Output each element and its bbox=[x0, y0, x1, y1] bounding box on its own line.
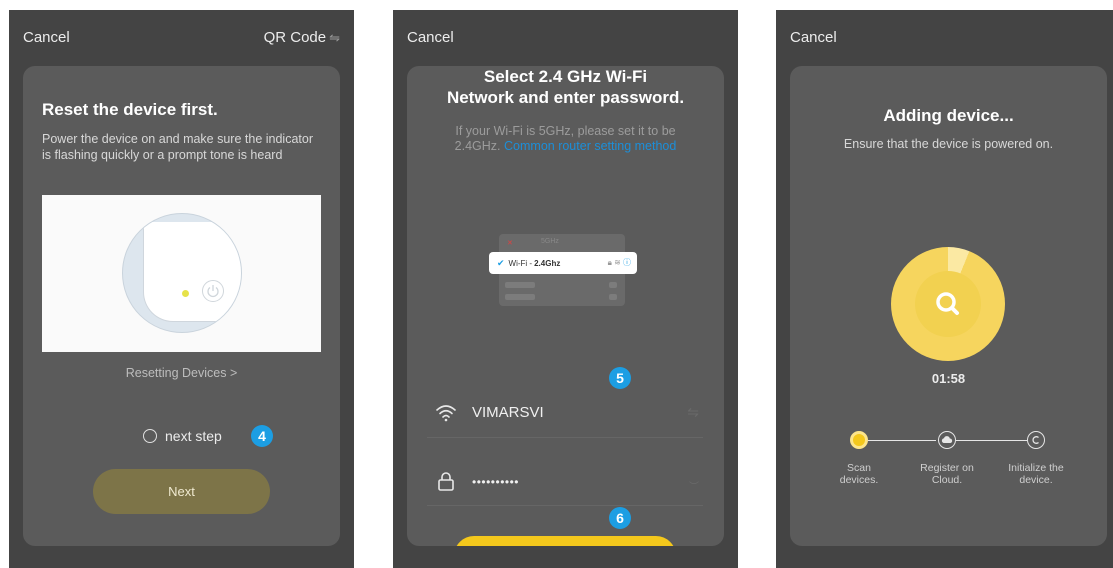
next-button[interactable]: Next bbox=[93, 469, 270, 514]
reset-card: Reset the device first. Power the device… bbox=[23, 66, 340, 546]
switch-network-icon[interactable]: ⇋ bbox=[687, 404, 699, 421]
power-on-note: Ensure that the device is powered on. bbox=[843, 137, 1054, 151]
confirm-button[interactable] bbox=[454, 536, 676, 546]
show-password-icon[interactable]: ︶ bbox=[689, 478, 699, 493]
page-title: Reset the device first. bbox=[42, 100, 218, 119]
faded-row bbox=[609, 282, 617, 288]
resetting-devices-link[interactable]: Resetting Devices > bbox=[23, 366, 340, 380]
wifi-select-screen: Cancel Select 2.4 GHz Wi-Fi Network and … bbox=[393, 10, 738, 568]
reset-instructions: Power the device on and make sure the in… bbox=[42, 132, 313, 162]
countdown-timer: 01:58 bbox=[931, 371, 966, 386]
cloud-step-icon bbox=[938, 431, 956, 449]
title-line-2: Network and enter password. bbox=[446, 88, 685, 107]
page-title: Select 2.4 GHz Wi-Fi Network and enter p… bbox=[407, 66, 724, 108]
step-badge-6: 6 bbox=[609, 507, 631, 529]
title-line-1: Select 2.4 GHz Wi-Fi bbox=[483, 67, 648, 86]
top-bar: Cancel bbox=[407, 29, 724, 51]
selected-wifi-row: ✔ Wi-Fi - 2.4Ghz 🔒︎ ≋ ⓘ bbox=[489, 252, 637, 274]
power-button-icon bbox=[202, 280, 224, 302]
step-label-line: Initialize the bbox=[1008, 462, 1064, 474]
qr-code-label: QR Code bbox=[263, 29, 327, 46]
next-step-label: next step bbox=[165, 428, 222, 444]
step-label-line: device. bbox=[1019, 474, 1053, 486]
qr-code-button[interactable]: QR Code ⇋ bbox=[264, 29, 340, 46]
adding-card: Adding device... Ensure that the device … bbox=[790, 66, 1107, 546]
radio-circle-icon bbox=[143, 429, 157, 443]
lock-icon bbox=[435, 470, 457, 492]
next-step-checkbox[interactable]: next step bbox=[143, 428, 222, 444]
wifi-instructions: If your Wi-Fi is 5GHz, please set it to … bbox=[432, 124, 699, 154]
network-field[interactable]: VIMARSVI ⇋ bbox=[427, 394, 703, 438]
search-badge bbox=[915, 271, 981, 337]
step-label-line: Register on bbox=[920, 462, 974, 474]
cancel-button[interactable]: Cancel bbox=[407, 29, 454, 46]
progress-ring bbox=[891, 247, 1005, 361]
lock-icon: 🔒︎ bbox=[607, 258, 612, 267]
disabled-x-icon: ✕ bbox=[507, 240, 513, 247]
scan-step-icon bbox=[850, 431, 868, 449]
step-connector bbox=[868, 440, 936, 441]
step-badge-5: 5 bbox=[609, 367, 631, 389]
reset-device-screen: Cancel QR Code ⇋ Reset the device first. … bbox=[9, 10, 354, 568]
illus-5ghz-label: 5GHz bbox=[541, 238, 559, 245]
illus-wifi-label: Wi-Fi - bbox=[508, 258, 533, 268]
step-label-cloud: Register on Cloud. bbox=[907, 462, 987, 486]
router-setting-link[interactable]: Common router setting method bbox=[504, 139, 676, 153]
top-bar: Cancel bbox=[790, 29, 1107, 51]
password-value[interactable]: •••••••••• bbox=[472, 475, 672, 489]
step-label-scan: Scan devices. bbox=[819, 462, 899, 486]
adding-device-screen: Cancel Adding device... Ensure that the … bbox=[776, 10, 1113, 568]
wifi-card: Select 2.4 GHz Wi-Fi Network and enter p… bbox=[407, 66, 724, 546]
zoom-circle bbox=[122, 213, 242, 333]
faded-row bbox=[609, 294, 617, 300]
device-illustration bbox=[42, 195, 321, 352]
illus-wifi-band: 2.4Ghz bbox=[534, 258, 561, 268]
wifi-icon bbox=[435, 402, 457, 424]
faded-row bbox=[505, 282, 535, 288]
page-title: Adding device... bbox=[883, 106, 1014, 125]
wifi-row-icons: 🔒︎ ≋ ⓘ bbox=[608, 257, 631, 268]
step-label-line: Cloud. bbox=[931, 474, 963, 486]
info-icon: ⓘ bbox=[623, 258, 631, 267]
search-icon bbox=[936, 292, 959, 315]
swap-icon: ⇋ bbox=[329, 30, 340, 45]
cancel-button[interactable]: Cancel bbox=[790, 29, 837, 46]
check-icon: ✔ bbox=[497, 257, 505, 268]
indicator-led-icon bbox=[182, 290, 189, 297]
device-body bbox=[143, 222, 241, 322]
password-field[interactable]: •••••••••• ︶ bbox=[427, 462, 703, 506]
top-bar: Cancel QR Code ⇋ bbox=[23, 29, 340, 51]
step-label-initialize: Initialize the device. bbox=[996, 462, 1076, 486]
cancel-button[interactable]: Cancel bbox=[23, 29, 70, 46]
initialize-step-icon bbox=[1027, 431, 1045, 449]
network-name[interactable]: VIMARSVI bbox=[472, 404, 672, 421]
step-label-line: devices. bbox=[839, 474, 879, 486]
step-label-line: Scan bbox=[847, 462, 871, 474]
faded-row bbox=[505, 294, 535, 300]
wifi-list-illustration: ✕ 5GHz ✔ Wi-Fi - 2.4Ghz 🔒︎ ≋ ⓘ bbox=[489, 234, 637, 306]
step-badge-4: 4 bbox=[251, 425, 273, 447]
step-connector bbox=[956, 440, 1027, 441]
wifi-icon: ≋ bbox=[614, 258, 621, 267]
